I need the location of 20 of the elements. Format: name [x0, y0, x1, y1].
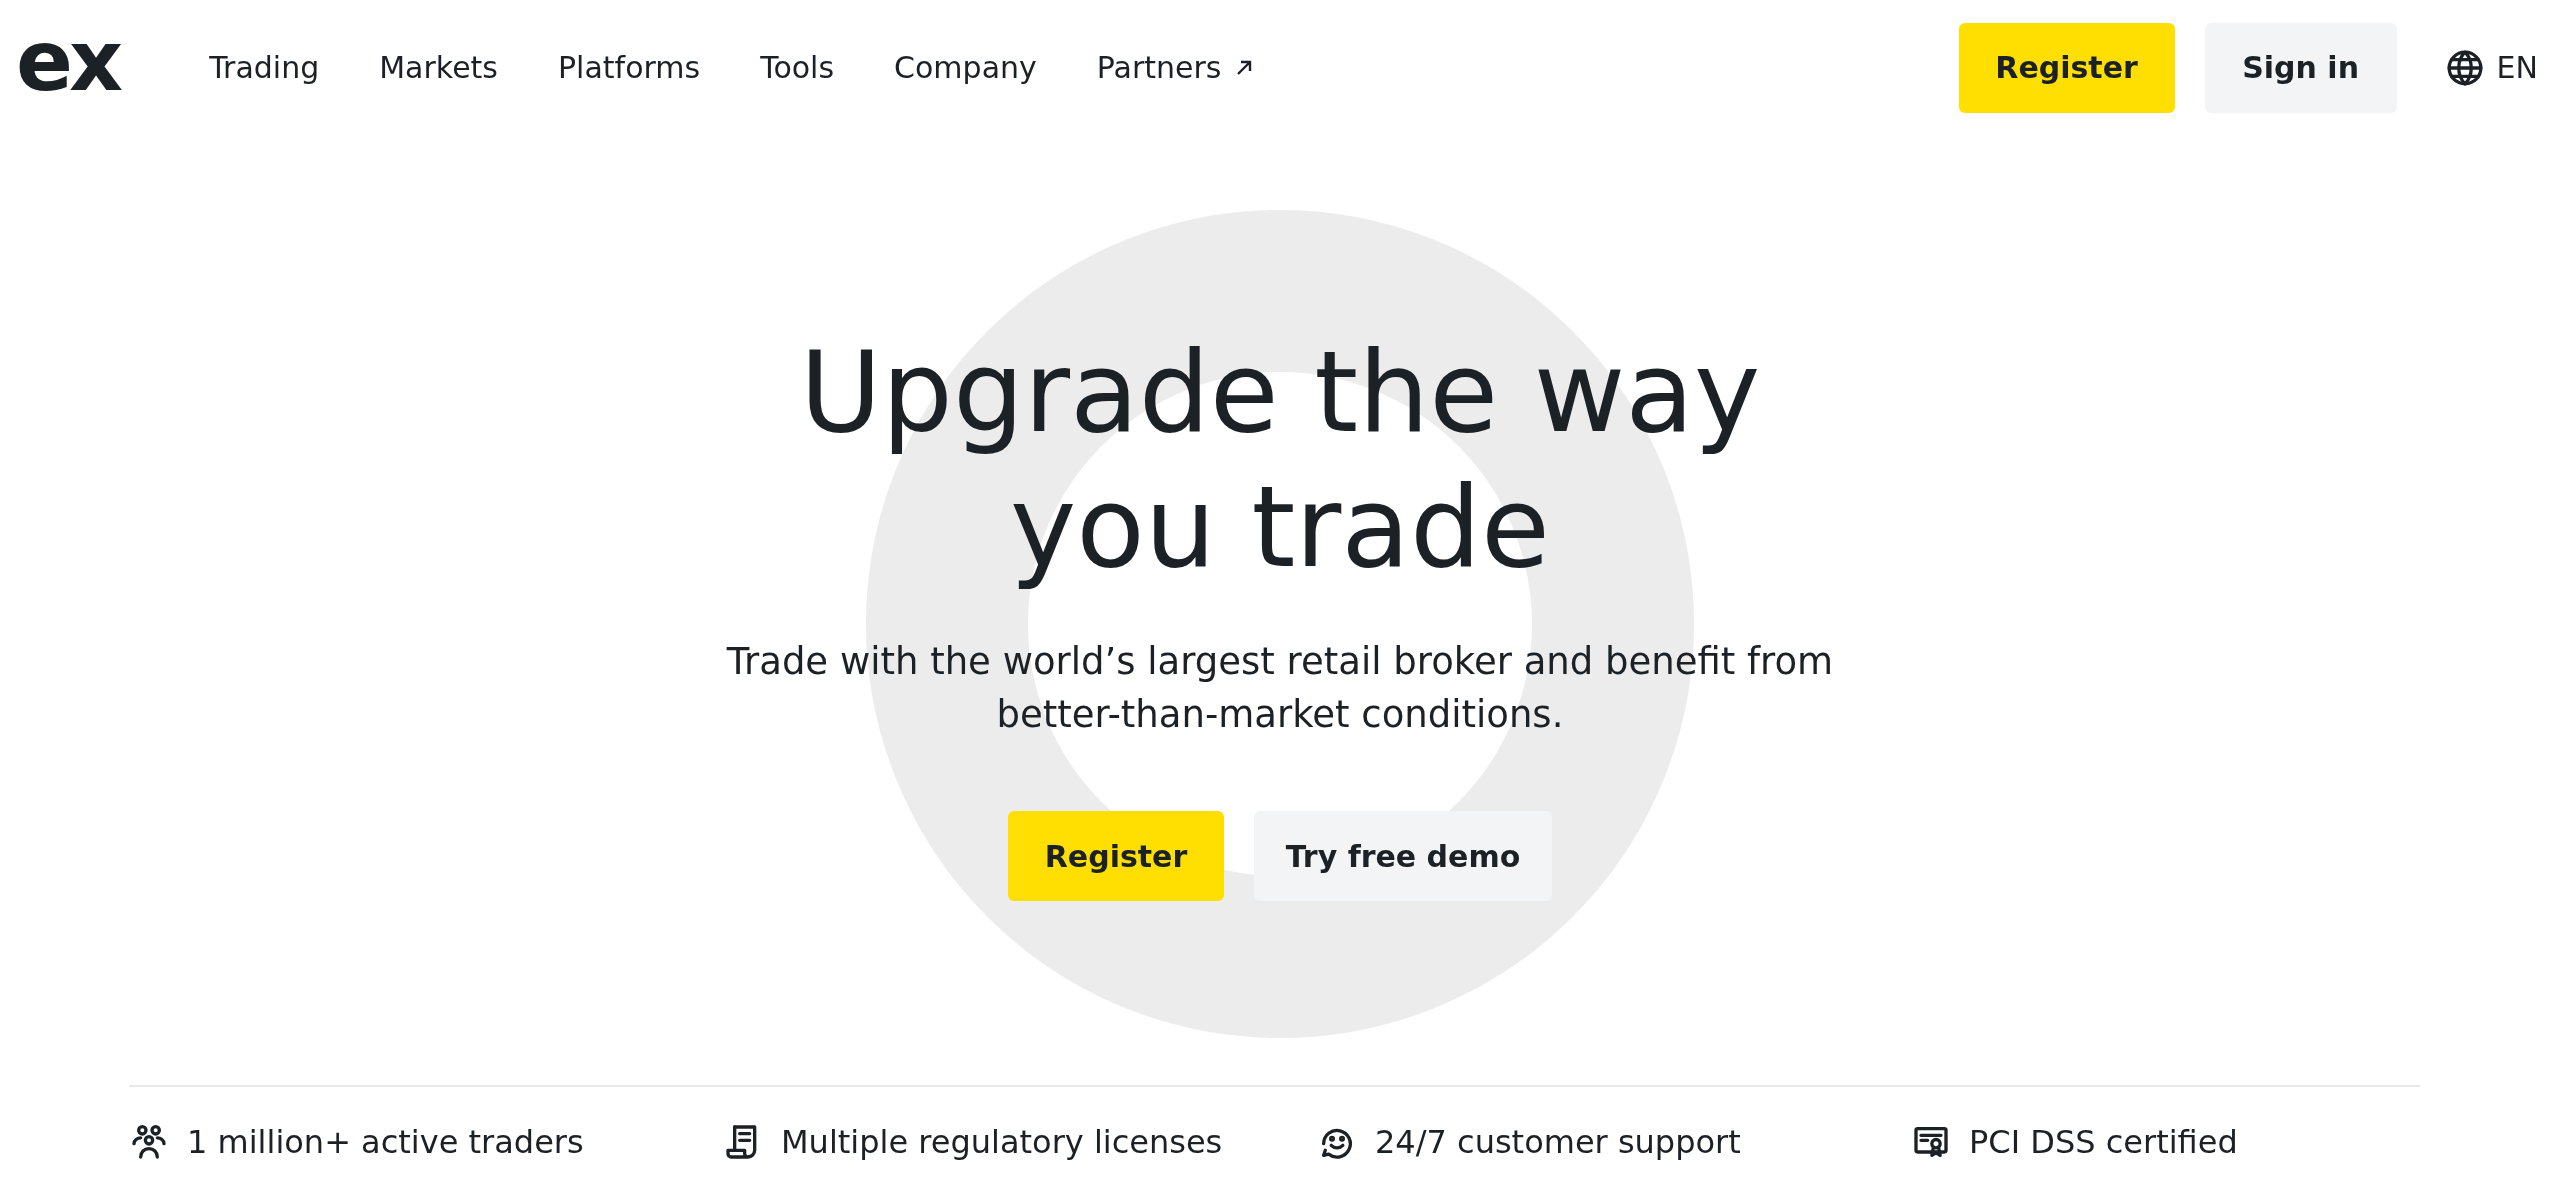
feature-text: 24/7 customer support — [1375, 1122, 1741, 1163]
demo-button[interactable]: Try free demo — [1254, 811, 1552, 901]
nav-link[interactable]: Markets — [379, 45, 498, 90]
feature-text: Multiple regulatory licenses — [781, 1122, 1223, 1163]
nav-link[interactable]: Partners — [1096, 45, 1254, 90]
people-icon — [129, 1122, 169, 1162]
nav-link[interactable]: Tools — [760, 45, 835, 90]
hero-subtitle: Trade with the world’s largest retail broker and benefit from better-than-market conditions. — [725, 639, 1835, 738]
register-button[interactable]: Register — [1958, 22, 2175, 113]
nav-link[interactable]: Trading — [209, 45, 320, 90]
nav-link[interactable]: Company — [894, 45, 1037, 90]
nav-link[interactable]: Platforms — [558, 45, 701, 90]
logo[interactable]: ex — [16, 18, 120, 103]
hero-heading: you trade — [1009, 461, 1551, 594]
hero-heading: Upgrade the way — [798, 326, 1762, 459]
feature-text: PCI DSS certified — [1969, 1122, 2238, 1163]
feature-text: 1 million+ active traders — [187, 1122, 584, 1163]
sign-in-button[interactable]: Sign in — [2204, 22, 2397, 113]
register-button[interactable]: Register — [1008, 811, 1224, 901]
language-label[interactable]: EN — [2496, 45, 2538, 90]
